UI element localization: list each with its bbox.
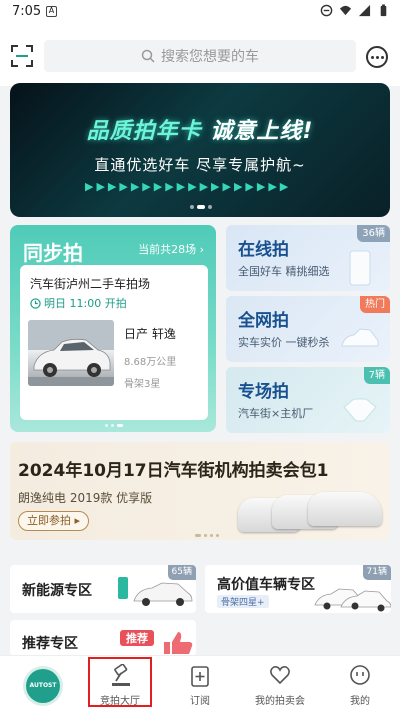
status-bar: 7:05 A: [0, 0, 400, 24]
banner-title: 品质拍年卡 诚意上线!: [10, 113, 390, 145]
new-energy-zone-title: 新能源专区: [22, 583, 92, 599]
battery-icon: [380, 4, 387, 17]
special-auction-card[interactable]: 专场拍 汽车街×主机厂 7辆: [226, 367, 390, 433]
high-value-zone-title: 高价值车辆专区: [217, 577, 315, 593]
banner-subtitle: 直通优选好车 尽享专属护航~: [94, 156, 306, 174]
banner-pagination: [190, 205, 212, 209]
network-auction-card[interactable]: 全网拍 实车实价 一键秒杀 热门: [226, 296, 390, 362]
nav-mine-label: 我的: [350, 696, 370, 707]
high-value-zone-card[interactable]: 高价值车辆专区 骨架四星+ 71辆: [205, 565, 391, 613]
frame-grade-badge: 骨架四星+: [217, 595, 269, 608]
promo-banner[interactable]: 品质拍年卡 诚意上线! 直通优选好车 尽享专属护航~ ▶▶▶▶▶▶▶▶▶▶▶▶▶…: [10, 83, 390, 217]
banner-title-part1: 品质拍年卡: [86, 119, 202, 144]
sync-auction-title: 同步拍: [23, 241, 83, 265]
thumbs-up-icon: [164, 632, 193, 654]
search-bar[interactable]: 搜索您想要的车: [44, 40, 356, 72]
special-auction-subtitle: 汽车街×主机厂: [238, 407, 314, 420]
car-icon: [341, 328, 379, 347]
chat-icon[interactable]: [366, 46, 388, 68]
nav-my-auctions-label: 我的拍卖会: [255, 696, 305, 707]
nav-subscribe-label: 订阅: [190, 696, 210, 707]
car-photo: [28, 320, 114, 386]
scan-icon[interactable]: [10, 44, 34, 68]
auction-session-title: 2024年10月17日汽车街机构拍卖会包1: [18, 461, 329, 481]
nav-my-auctions[interactable]: 我的拍卖会: [245, 656, 315, 710]
auction-time: 明日 11:00 开拍: [30, 295, 127, 311]
subscribe-icon: [191, 666, 209, 687]
special-auction-title: 专场拍: [238, 382, 289, 402]
nav-subscribe[interactable]: 订阅: [165, 656, 235, 710]
sync-auction-card[interactable]: 同步拍 当前共28场 › 汽车街泸州二手车拍场 明日 11:00 开拍 日产 轩…: [10, 225, 216, 432]
nav-mine[interactable]: 我的: [325, 656, 395, 710]
online-auction-card[interactable]: 在线拍 全国好车 精挑细选 36辆: [226, 225, 390, 291]
online-auction-title: 在线拍: [238, 240, 289, 260]
nav-auction-hall-label: 竞拍大厅: [100, 696, 140, 707]
auction-item-card[interactable]: 汽车街泸州二手车拍场 明日 11:00 开拍 日产 轩逸 8.68万公里 骨架3…: [20, 265, 208, 420]
recommend-zone-title: 推荐专区: [22, 636, 78, 652]
join-auction-button[interactable]: 立即参拍 ▸: [18, 511, 90, 531]
arrow-strip-icon: ▶▶▶▶▶▶▶▶▶▶▶▶▶▶▶▶▶▶: [85, 180, 292, 193]
handshake-icon: [343, 398, 377, 422]
status-icons: [320, 4, 390, 17]
auction-venue: 汽车街泸州二手车拍场: [30, 277, 151, 291]
gavel-icon: [112, 664, 130, 686]
search-icon: [141, 49, 155, 63]
bottom-navigation: AUTOST 竞拍大厅 订阅 我的拍卖会 我的: [0, 655, 400, 710]
luxury-cars-icon: [314, 588, 391, 612]
heart-icon: [270, 666, 290, 685]
auction-session-subtitle: 朗逸纯电 2019款 优享版: [18, 491, 153, 505]
car-frame-grade: 骨架3星: [124, 379, 161, 390]
dnd-icon: [320, 4, 333, 17]
signal-icon: [358, 4, 371, 17]
banner-title-part2: 诚意上线!: [210, 119, 314, 144]
profile-icon: [350, 665, 370, 685]
recommend-badge: 推荐: [120, 630, 154, 646]
sync-pagination: [105, 424, 123, 427]
network-auction-subtitle: 实车实价 一键秒杀: [238, 336, 330, 349]
phone-icon: [349, 250, 371, 286]
ev-car-icon: [118, 577, 193, 606]
status-time: 7:05: [12, 4, 42, 19]
car-mileage: 8.68万公里: [124, 357, 177, 368]
special-auction-count-badge: 7辆: [363, 367, 390, 384]
auction-time-label: 明日 11:00 开拍: [44, 297, 127, 310]
new-energy-zone-card[interactable]: 新能源专区 65辆: [10, 565, 196, 613]
wifi-icon: [339, 5, 352, 16]
recommend-zone-card[interactable]: 推荐专区 推荐: [10, 620, 196, 656]
nav-auction-hall[interactable]: 竞拍大厅: [85, 656, 155, 710]
high-value-zone-count: 71辆: [362, 565, 391, 580]
auction-session-banner[interactable]: 2024年10月17日汽车街机构拍卖会包1 朗逸纯电 2019款 优享版 立即参…: [10, 442, 390, 540]
autost-logo[interactable]: AUTOST: [26, 669, 60, 703]
search-placeholder: 搜索您想要的车: [161, 49, 259, 65]
clock-icon: [30, 297, 41, 309]
notification-icon: A: [46, 6, 57, 17]
auction-banner-pagination: [195, 534, 219, 537]
online-auction-subtitle: 全国好车 精挑细选: [238, 265, 330, 278]
top-header: 搜索您想要的车: [0, 24, 400, 86]
sync-count-label: 当前共28场: [138, 243, 197, 256]
network-auction-title: 全网拍: [238, 311, 289, 331]
sync-auction-count[interactable]: 当前共28场 ›: [138, 241, 204, 257]
car-model: 日产 轩逸: [124, 327, 176, 341]
hot-badge: 热门: [360, 296, 390, 313]
online-auction-count-badge: 36辆: [357, 225, 390, 242]
